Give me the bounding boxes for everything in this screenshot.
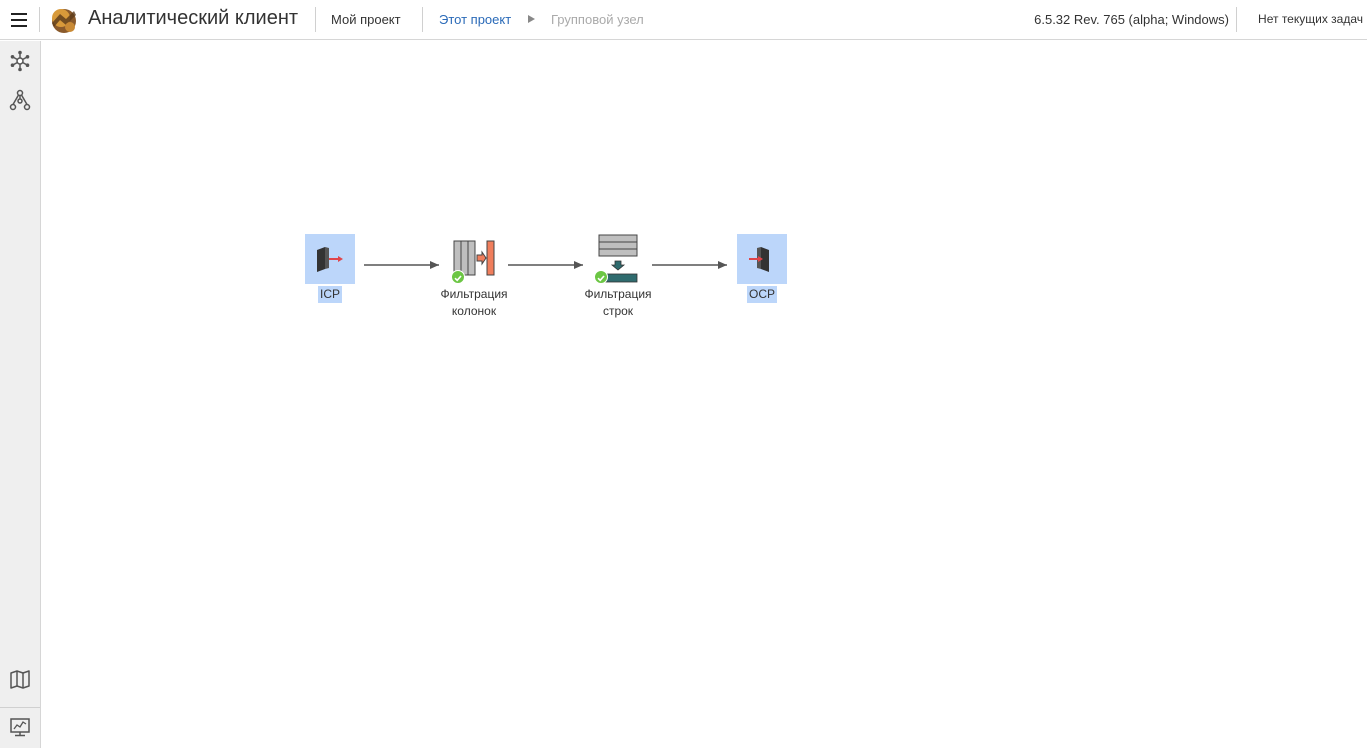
left-sidebar xyxy=(0,41,41,748)
node-label: ICP xyxy=(317,286,342,303)
map-icon[interactable] xyxy=(9,668,31,690)
breadcrumb-this-project[interactable]: Этот проект xyxy=(439,12,511,27)
node-label: Фильтрация строк xyxy=(582,286,653,320)
top-header: Аналитический клиент Мой проект Этот про… xyxy=(0,0,1367,40)
sidebar-divider xyxy=(0,707,40,708)
workflow-edges xyxy=(364,261,727,269)
header-divider xyxy=(315,7,316,32)
node-label-line2: строк xyxy=(602,304,634,318)
workflow-tree-icon[interactable] xyxy=(9,89,31,111)
output-port-icon xyxy=(737,234,787,284)
node-label-line1: Фильтрация xyxy=(440,287,508,301)
hamburger-menu-icon[interactable] xyxy=(11,13,27,27)
app-logo-icon xyxy=(52,9,76,33)
node-label-line1: Фильтрация xyxy=(584,287,652,301)
my-project-link[interactable]: Мой проект xyxy=(331,12,401,27)
header-divider xyxy=(422,7,423,32)
node-ocp[interactable]: OCP xyxy=(712,234,812,303)
breadcrumb-group-node: Групповой узел xyxy=(551,12,644,27)
breadcrumb-arrow-icon xyxy=(528,15,535,23)
status-ok-icon xyxy=(594,270,608,284)
workflow-canvas[interactable]: ICP Фильтрация колонок Фильтрация строк … xyxy=(41,41,1367,748)
column-filter-icon xyxy=(449,234,499,284)
node-label: OCP xyxy=(746,286,777,303)
status-ok-icon xyxy=(451,270,465,284)
version-label: 6.5.32 Rev. 765 (alpha; Windows) xyxy=(1034,12,1229,27)
node-column-filter[interactable]: Фильтрация колонок xyxy=(424,234,524,320)
node-icp[interactable]: ICP xyxy=(280,234,380,303)
tasks-status[interactable]: Нет текущих задач xyxy=(1258,12,1363,26)
input-port-icon xyxy=(305,234,355,284)
node-row-filter[interactable]: Фильтрация строк xyxy=(568,234,668,320)
node-label-line2: колонок xyxy=(451,304,497,318)
monitor-chart-icon[interactable] xyxy=(9,716,31,738)
row-filter-icon xyxy=(593,234,643,284)
app-title: Аналитический клиент xyxy=(88,7,299,29)
node-label: Фильтрация колонок xyxy=(438,286,509,320)
header-divider xyxy=(1236,7,1237,32)
header-divider xyxy=(39,7,40,32)
nodes-snowflake-icon[interactable] xyxy=(9,50,31,72)
